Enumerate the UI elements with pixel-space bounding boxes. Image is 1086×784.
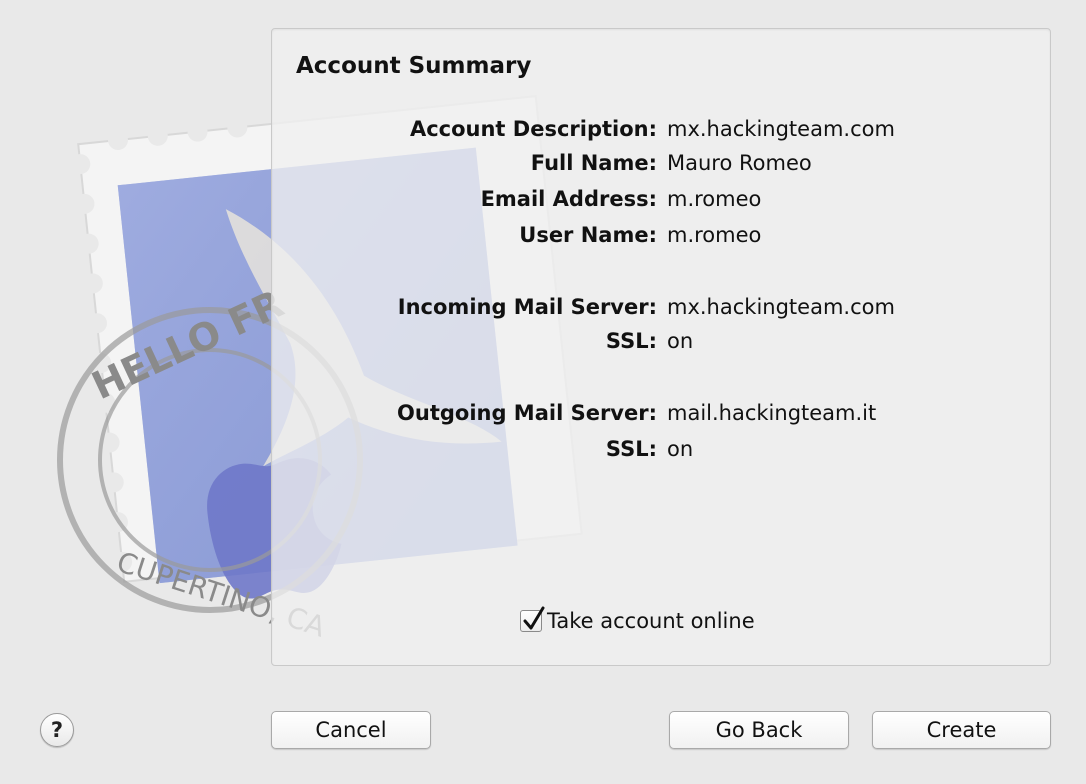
summary-panel: Account Summary Account Description: mx.…	[271, 28, 1051, 666]
create-button[interactable]: Create	[872, 711, 1051, 749]
outgoing-server-label: Outgoing Mail Server:	[397, 401, 657, 425]
account-description-label: Account Description:	[409, 117, 657, 141]
row-incoming-ssl: SSL: on	[272, 329, 1050, 359]
row-user-name: User Name: m.romeo	[272, 223, 1050, 253]
outgoing-ssl-label: SSL:	[605, 437, 657, 461]
panel-title: Account Summary	[296, 53, 532, 79]
incoming-ssl-label: SSL:	[605, 329, 657, 353]
account-summary-dialog: HELLO FR CUPERTINO, CA Account Summary A…	[0, 0, 1086, 784]
cancel-button[interactable]: Cancel	[271, 711, 431, 749]
help-button[interactable]: ?	[40, 713, 74, 747]
incoming-ssl-value: on	[667, 329, 694, 353]
row-outgoing-server: Outgoing Mail Server: mail.hackingteam.i…	[272, 401, 1050, 431]
incoming-server-value: mx.hackingteam.com	[667, 295, 895, 319]
take-account-online-checkbox[interactable]	[520, 606, 545, 632]
full-name-value: Mauro Romeo	[667, 151, 812, 175]
outgoing-ssl-value: on	[667, 437, 694, 461]
row-outgoing-ssl: SSL: on	[272, 437, 1050, 467]
account-description-value: mx.hackingteam.com	[667, 117, 895, 141]
incoming-server-label: Incoming Mail Server:	[397, 295, 657, 319]
email-address-value: m.romeo	[667, 187, 762, 211]
user-name-value: m.romeo	[667, 223, 762, 247]
full-name-label: Full Name:	[530, 151, 657, 175]
row-full-name: Full Name: Mauro Romeo	[272, 151, 1050, 181]
row-incoming-server: Incoming Mail Server: mx.hackingteam.com	[272, 295, 1050, 325]
checkmark-icon	[523, 606, 545, 630]
outgoing-server-value: mail.hackingteam.it	[667, 401, 877, 425]
email-address-label: Email Address:	[480, 187, 657, 211]
row-email-address: Email Address: m.romeo	[272, 187, 1050, 217]
take-account-online-label[interactable]: Take account online	[547, 609, 755, 633]
user-name-label: User Name:	[519, 223, 657, 247]
take-account-online-option[interactable]: Take account online	[520, 606, 755, 635]
go-back-button[interactable]: Go Back	[669, 711, 849, 749]
row-account-description: Account Description: mx.hackingteam.com	[272, 117, 1050, 147]
